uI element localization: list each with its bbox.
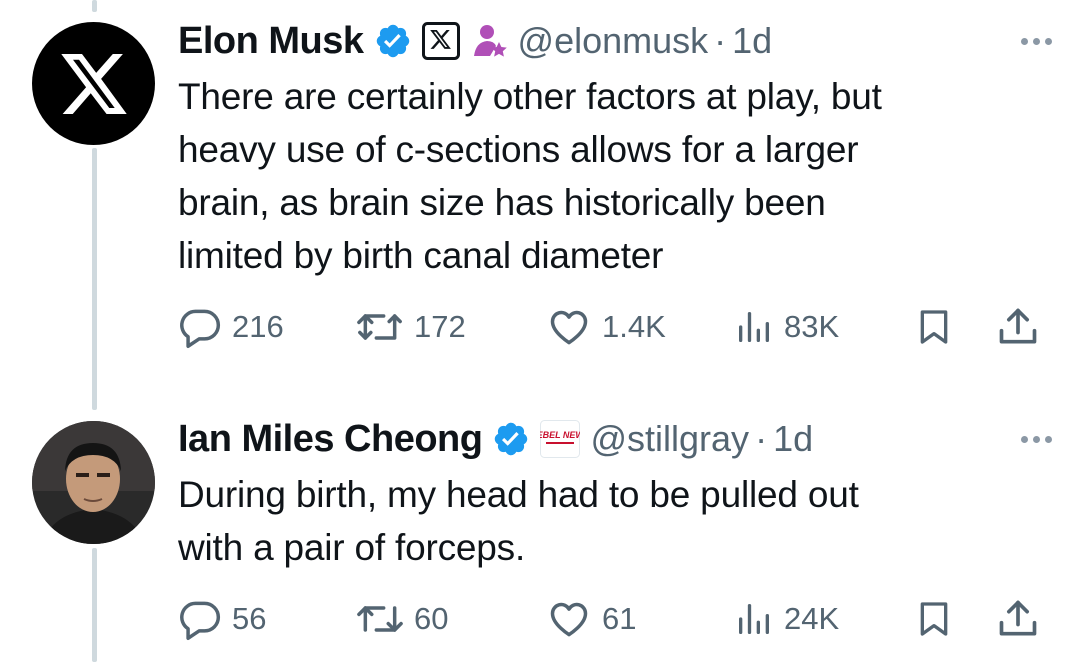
more-options-icon[interactable] — [1021, 38, 1052, 45]
tweet-header: Elon Musk @elonmusk · 1d — [178, 16, 772, 66]
reply-button[interactable]: 216 — [178, 302, 284, 352]
repost-icon — [356, 597, 404, 641]
username[interactable]: @stillgray — [590, 418, 749, 460]
view-count: 24K — [784, 601, 840, 636]
views-button[interactable]: 83K — [734, 302, 839, 352]
views-chart-icon — [734, 597, 774, 641]
more-options-icon[interactable] — [1021, 436, 1052, 443]
separator-dot: · — [755, 418, 768, 459]
display-name[interactable]: Ian Miles Cheong — [178, 418, 483, 461]
repost-count: 172 — [414, 309, 466, 344]
x-affiliate-badge-icon[interactable] — [421, 22, 460, 60]
reply-button[interactable]: 56 — [178, 594, 266, 644]
timestamp[interactable]: 1d — [773, 418, 813, 460]
repost-button[interactable]: 60 — [356, 594, 448, 644]
tweet-header: Ian Miles Cheong REBEL NEWS @stillgray ·… — [178, 414, 813, 464]
share-button[interactable] — [996, 594, 1040, 644]
verified-badge-icon — [492, 420, 530, 458]
tweet-ian[interactable]: Ian Miles Cheong REBEL NEWS @stillgray ·… — [0, 400, 1080, 662]
bookmark-icon — [914, 597, 954, 641]
profile-photo — [32, 421, 155, 544]
bookmark-icon — [914, 305, 954, 349]
separator-dot: · — [714, 20, 727, 61]
rebel-news-affiliate-icon[interactable]: REBEL NEWS — [540, 420, 581, 458]
like-button[interactable]: 1.4K — [546, 302, 666, 352]
repost-count: 60 — [414, 601, 449, 636]
action-bar: 56 60 61 24K — [178, 594, 1058, 644]
verified-badge-icon — [374, 22, 412, 60]
timestamp[interactable]: 1d — [732, 20, 772, 62]
action-bar: 216 172 1.4K 83K — [178, 302, 1058, 352]
views-chart-icon — [734, 305, 774, 349]
affiliate-badge-text: REBEL NEWS — [540, 430, 580, 440]
bookmark-button[interactable] — [914, 302, 954, 352]
repost-icon — [356, 305, 404, 349]
views-button[interactable]: 24K — [734, 594, 839, 644]
display-name[interactable]: Elon Musk — [178, 20, 364, 63]
share-button[interactable] — [996, 302, 1040, 352]
government-affiliate-icon — [470, 22, 508, 60]
tweet-text: During birth, my head had to be pulled o… — [178, 474, 859, 568]
reply-icon — [178, 597, 222, 641]
view-count: 83K — [784, 309, 840, 344]
tweet-text: There are certainly other factors at pla… — [178, 76, 882, 276]
x-logo-icon — [60, 53, 127, 114]
reply-icon — [178, 305, 222, 349]
reply-count: 216 — [232, 309, 284, 344]
bookmark-button[interactable] — [914, 594, 954, 644]
like-count: 1.4K — [602, 309, 666, 344]
share-icon — [996, 305, 1040, 349]
like-count: 61 — [602, 601, 637, 636]
reply-count: 56 — [232, 601, 267, 636]
repost-button[interactable]: 172 — [356, 302, 466, 352]
username[interactable]: @elonmusk — [518, 20, 709, 62]
tweet-elon[interactable]: Elon Musk @elonmusk · 1d There are certa… — [0, 0, 1080, 400]
avatar[interactable] — [32, 22, 155, 145]
share-icon — [996, 597, 1040, 641]
heart-icon — [546, 305, 592, 349]
heart-icon — [546, 597, 592, 641]
like-button[interactable]: 61 — [546, 594, 636, 644]
avatar[interactable] — [32, 421, 155, 544]
